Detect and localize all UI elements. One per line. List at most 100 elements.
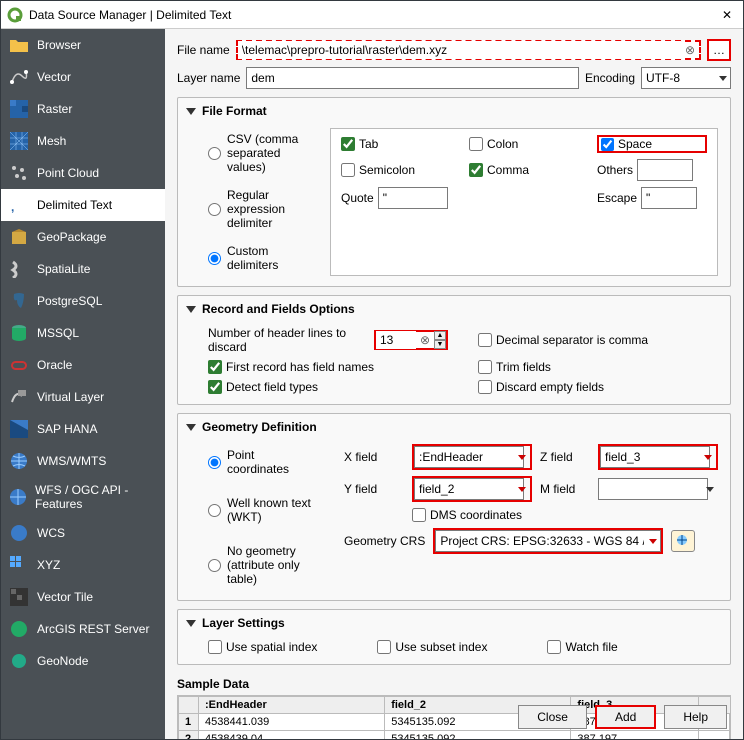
chevron-down-icon[interactable]	[186, 620, 196, 627]
sidebar-item-browser[interactable]: Browser	[1, 29, 165, 61]
svg-text:,: ,	[11, 200, 14, 214]
sidebar-item-geopackage[interactable]: GeoPackage	[1, 221, 165, 253]
encoding-select[interactable]: UTF-8	[641, 67, 731, 89]
section-title: Record and Fields Options	[202, 302, 355, 316]
point-radio[interactable]	[208, 456, 221, 469]
chevron-down-icon[interactable]	[186, 306, 196, 313]
close-button[interactable]: Close	[518, 705, 587, 729]
xyz-icon	[9, 555, 29, 575]
detect-check[interactable]	[208, 380, 222, 394]
sidebar-item-oracle[interactable]: Oracle	[1, 349, 165, 381]
geopackage-icon	[9, 227, 29, 247]
sidebar-item-spatialite[interactable]: SpatiaLite	[1, 253, 165, 285]
sidebar-item-label: XYZ	[37, 558, 60, 572]
crs-select[interactable]: Project CRS: EPSG:32633 - WGS 84 / U	[435, 530, 661, 552]
sidebar-item-delimited[interactable]: ,Delimited Text	[1, 189, 165, 221]
section-title: File Format	[202, 104, 267, 118]
custom-radio[interactable]	[208, 252, 221, 265]
sidebar-item-label: Virtual Layer	[37, 390, 104, 404]
table-row: 24538439.045345135.092387.197	[179, 731, 730, 740]
geonode-icon	[9, 651, 29, 671]
quote-input[interactable]	[378, 187, 448, 209]
semicolon-check[interactable]	[341, 163, 355, 177]
vectortile-icon	[9, 587, 29, 607]
arcgis-icon	[9, 619, 29, 639]
sample-title: Sample Data	[177, 673, 731, 695]
filename-input[interactable]	[238, 41, 681, 59]
subset-check[interactable]	[377, 640, 391, 654]
regex-radio[interactable]	[208, 203, 221, 216]
sidebar-item-raster[interactable]: Raster	[1, 93, 165, 125]
browse-button[interactable]: …	[707, 39, 731, 61]
globe-icon	[9, 487, 27, 507]
sidebar-item-label: Mesh	[37, 134, 66, 148]
encoding-label: Encoding	[585, 71, 635, 85]
discardempty-check[interactable]	[478, 380, 492, 394]
layername-input[interactable]	[246, 67, 579, 89]
sidebar-item-label: Vector Tile	[37, 590, 93, 604]
sidebar-item-label: WFS / OGC API - Features	[35, 483, 157, 511]
chevron-down-icon[interactable]	[186, 424, 196, 431]
sidebar-item-vectortile[interactable]: Vector Tile	[1, 581, 165, 613]
sidebar-item-mesh[interactable]: Mesh	[1, 125, 165, 157]
sidebar-item-geonode[interactable]: GeoNode	[1, 645, 165, 677]
add-button[interactable]: Add	[595, 705, 656, 729]
sidebar-item-postgresql[interactable]: PostgreSQL	[1, 285, 165, 317]
xfield-select[interactable]: :EndHeader	[414, 446, 524, 468]
sidebar-item-label: GeoNode	[37, 654, 88, 668]
mesh-icon	[9, 131, 29, 151]
clear-icon[interactable]: ⊗	[416, 333, 434, 347]
sidebar-item-label: MSSQL	[37, 326, 79, 340]
crs-picker-button[interactable]	[671, 530, 695, 552]
globe-icon	[9, 523, 29, 543]
help-button[interactable]: Help	[664, 705, 727, 729]
sidebar-item-label: WCS	[37, 526, 65, 540]
firstrec-check[interactable]	[208, 360, 222, 374]
window-title: Data Source Manager | Delimited Text	[29, 8, 717, 22]
spinner[interactable]: ▲▼	[434, 331, 446, 349]
sidebar-item-virtual[interactable]: Virtual Layer	[1, 381, 165, 413]
sidebar-item-label: ArcGIS REST Server	[37, 622, 149, 636]
trim-check[interactable]	[478, 360, 492, 374]
pointcloud-icon	[9, 163, 29, 183]
saphana-icon	[9, 419, 29, 439]
tab-check[interactable]	[341, 137, 355, 151]
close-icon[interactable]: ✕	[717, 8, 737, 22]
sidebar-item-vector[interactable]: Vector	[1, 61, 165, 93]
sidebar-item-label: SpatiaLite	[37, 262, 90, 276]
decimal-check[interactable]	[478, 333, 492, 347]
space-check[interactable]	[601, 138, 614, 151]
colon-check[interactable]	[469, 137, 483, 151]
spatial-check[interactable]	[208, 640, 222, 654]
sidebar-item-xyz[interactable]: XYZ	[1, 549, 165, 581]
zfield-select[interactable]: field_3	[600, 446, 710, 468]
sidebar-item-label: SAP HANA	[37, 422, 97, 436]
sidebar-item-saphana[interactable]: SAP HANA	[1, 413, 165, 445]
clear-icon[interactable]: ⊗	[681, 43, 699, 57]
vector-icon	[9, 67, 29, 87]
yfield-select[interactable]: field_2	[414, 478, 524, 500]
sidebar-item-wcs[interactable]: WCS	[1, 517, 165, 549]
sidebar-item-mssql[interactable]: MSSQL	[1, 317, 165, 349]
sidebar-item-label: GeoPackage	[37, 230, 106, 244]
csv-radio[interactable]	[208, 147, 221, 160]
comma-check[interactable]	[469, 163, 483, 177]
oracle-icon	[9, 355, 29, 375]
escape-input[interactable]	[641, 187, 697, 209]
nogeom-radio[interactable]	[208, 559, 221, 572]
postgresql-icon	[9, 291, 29, 311]
others-input[interactable]	[637, 159, 693, 181]
discard-input[interactable]	[376, 331, 416, 349]
dms-check[interactable]	[412, 508, 426, 522]
chevron-down-icon[interactable]	[186, 108, 196, 115]
sidebar-item-wfs[interactable]: WFS / OGC API - Features	[1, 477, 165, 517]
sidebar-item-label: Point Cloud	[37, 166, 99, 180]
sidebar-item-pointcloud[interactable]: Point Cloud	[1, 157, 165, 189]
mfield-select[interactable]	[598, 478, 708, 500]
wkt-radio[interactable]	[208, 504, 221, 517]
sidebar-item-arcgis[interactable]: ArcGIS REST Server	[1, 613, 165, 645]
folder-icon	[9, 35, 29, 55]
sidebar-item-label: Vector	[37, 70, 71, 84]
sidebar-item-wms[interactable]: WMS/WMTS	[1, 445, 165, 477]
watch-check[interactable]	[547, 640, 561, 654]
